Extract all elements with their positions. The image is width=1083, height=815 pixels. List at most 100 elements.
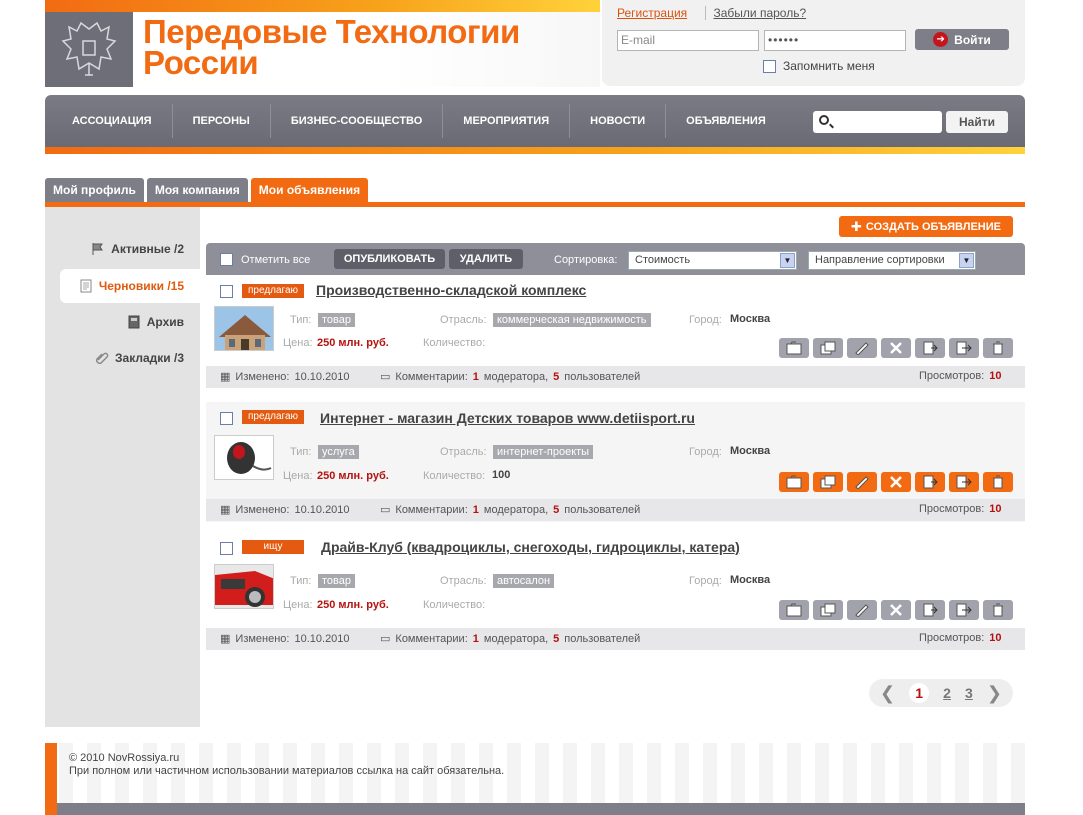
type-value: услуга	[318, 445, 359, 459]
folder-icon[interactable]	[779, 472, 809, 492]
export-icon[interactable]	[949, 600, 979, 620]
page-current[interactable]: 1	[909, 683, 930, 703]
nav-item-association[interactable]: АССОЦИАЦИЯ	[45, 104, 173, 138]
trash-icon[interactable]	[983, 600, 1013, 620]
sidebar-item-label: Закладки /3	[115, 351, 184, 365]
header-stripe	[45, 0, 600, 12]
nav-stripe	[45, 147, 1025, 154]
moderator-count[interactable]: 1	[473, 633, 479, 645]
sidebar-item-drafts[interactable]: Черновики /15	[60, 269, 200, 303]
city-label: Город:	[689, 446, 722, 458]
ads-toolbar: Отметить все ОПУБЛИКОВАТЬ УДАЛИТЬ Сортир…	[206, 243, 1025, 275]
quantity-label: Количество:	[423, 337, 486, 349]
nav-item-persons[interactable]: ПЕРСОНЫ	[173, 104, 271, 138]
pencil-icon[interactable]	[847, 600, 877, 620]
chevron-left-icon[interactable]: ❮	[880, 683, 895, 704]
ad-checkbox[interactable]	[220, 542, 233, 555]
publish-button[interactable]: ОПУБЛИКОВАТЬ	[334, 249, 445, 269]
search-input[interactable]	[813, 111, 942, 133]
book-icon	[128, 315, 140, 329]
page-link[interactable]: 2	[943, 685, 951, 701]
close-icon[interactable]	[881, 600, 911, 620]
industry-value: интернет-проекты	[493, 445, 594, 459]
plus-icon: ✚	[851, 218, 862, 234]
password-input[interactable]: ••••••	[764, 30, 906, 51]
tab-my-ads[interactable]: Мои объявления	[250, 178, 369, 202]
price-value: 250 млн. руб.	[317, 470, 389, 482]
pencil-icon[interactable]	[847, 472, 877, 492]
price-label: Цена:	[283, 470, 313, 482]
remember-checkbox[interactable]	[763, 59, 776, 73]
sort-direction-select[interactable]: Направление сортировки ▼	[808, 251, 976, 270]
users-count[interactable]: 5	[553, 371, 559, 383]
comments-label: Комментарии:	[395, 503, 468, 516]
ad-image-building[interactable]	[214, 306, 274, 351]
pencil-icon[interactable]	[847, 338, 877, 358]
trash-icon[interactable]	[983, 472, 1013, 492]
users-count[interactable]: 5	[553, 504, 559, 516]
ad-title[interactable]: Драйв-Клуб (квадроциклы, снегоходы, гидр…	[321, 539, 740, 555]
views-label: Просмотров:	[919, 632, 985, 644]
delete-button[interactable]: УДАЛИТЬ	[449, 249, 523, 269]
mark-all[interactable]: Отметить все	[220, 253, 310, 266]
views-count: 10	[989, 370, 1002, 382]
ad-image-car[interactable]	[214, 564, 274, 609]
ad-badge: предлагаю	[242, 410, 305, 424]
moderator-count[interactable]: 1	[473, 504, 479, 516]
site-logo-title[interactable]: Передовые Технологии России	[143, 15, 563, 79]
city-value: Москва	[730, 313, 771, 325]
comments-label: Комментарии:	[395, 632, 468, 645]
mark-all-checkbox[interactable]	[220, 253, 233, 266]
page-link[interactable]: 3	[965, 685, 973, 701]
nav-item-ads[interactable]: ОБЪЯВЛЕНИЯ	[666, 104, 786, 138]
ad-checkbox[interactable]	[220, 285, 233, 298]
quantity-label: Количество:	[423, 599, 486, 611]
nav-item-business[interactable]: БИЗНЕС-СООБЩЕСТВО	[271, 104, 444, 138]
copy-icon[interactable]	[813, 600, 843, 620]
tab-my-profile[interactable]: Мой профиль	[45, 178, 144, 202]
ad-title[interactable]: Интернет - магазин Детских товаров www.d…	[320, 410, 695, 426]
forgot-password-link[interactable]: Забыли пароль?	[704, 6, 807, 20]
move-icon[interactable]	[915, 338, 945, 358]
ad-title[interactable]: Производственно-складской комплекс	[316, 282, 586, 298]
nav-item-news[interactable]: НОВОСТИ	[570, 104, 667, 138]
footer-accent-bar	[45, 743, 57, 815]
register-link[interactable]: Регистрация	[617, 6, 687, 20]
moderator-count[interactable]: 1	[473, 371, 479, 383]
city-label: Город:	[689, 575, 722, 587]
search-button[interactable]: Найти	[946, 111, 1008, 133]
sidebar-item-archive[interactable]: Архив	[127, 315, 184, 329]
email-input[interactable]: E-mail	[617, 30, 759, 51]
ad-image-mouse[interactable]	[214, 435, 274, 480]
tab-my-company[interactable]: Моя компания	[146, 178, 248, 202]
sidebar-item-bookmarks[interactable]: Закладки /3	[95, 351, 184, 365]
sort-select[interactable]: Стоимость ▼	[628, 251, 797, 270]
ad-checkbox[interactable]	[220, 412, 233, 425]
remember-me[interactable]: Запомнить меня	[763, 59, 875, 73]
login-button[interactable]: ➔ Войти	[915, 29, 1009, 50]
copy-icon[interactable]	[813, 338, 843, 358]
export-icon[interactable]	[949, 338, 979, 358]
trash-icon[interactable]	[983, 338, 1013, 358]
users-count[interactable]: 5	[553, 633, 559, 645]
close-icon[interactable]	[881, 472, 911, 492]
industry-value: коммерческая недвижимость	[493, 313, 651, 327]
footer-copyright: © 2010 NovRossiya.ru	[69, 752, 180, 764]
export-icon[interactable]	[949, 472, 979, 492]
sidebar-item-active[interactable]: Активные /2	[91, 242, 184, 256]
sort-select-value: Стоимость	[635, 254, 691, 266]
nav-item-events[interactable]: МЕРОПРИЯТИЯ	[443, 104, 571, 138]
folder-icon[interactable]	[779, 600, 809, 620]
coat-of-arms-icon[interactable]	[45, 12, 133, 87]
create-ad-button[interactable]: ✚ СОЗДАТЬ ОБЪЯВЛЕНИЕ	[839, 216, 1013, 237]
type-value: товар	[318, 313, 355, 327]
close-icon[interactable]	[881, 338, 911, 358]
moderator-label: модератора,	[483, 632, 549, 645]
arrow-right-icon: ➔	[933, 32, 949, 47]
folder-icon[interactable]	[779, 338, 809, 358]
comment-icon: ▭	[380, 371, 391, 383]
move-icon[interactable]	[915, 600, 945, 620]
move-icon[interactable]	[915, 472, 945, 492]
chevron-right-icon[interactable]: ❯	[987, 683, 1002, 704]
copy-icon[interactable]	[813, 472, 843, 492]
